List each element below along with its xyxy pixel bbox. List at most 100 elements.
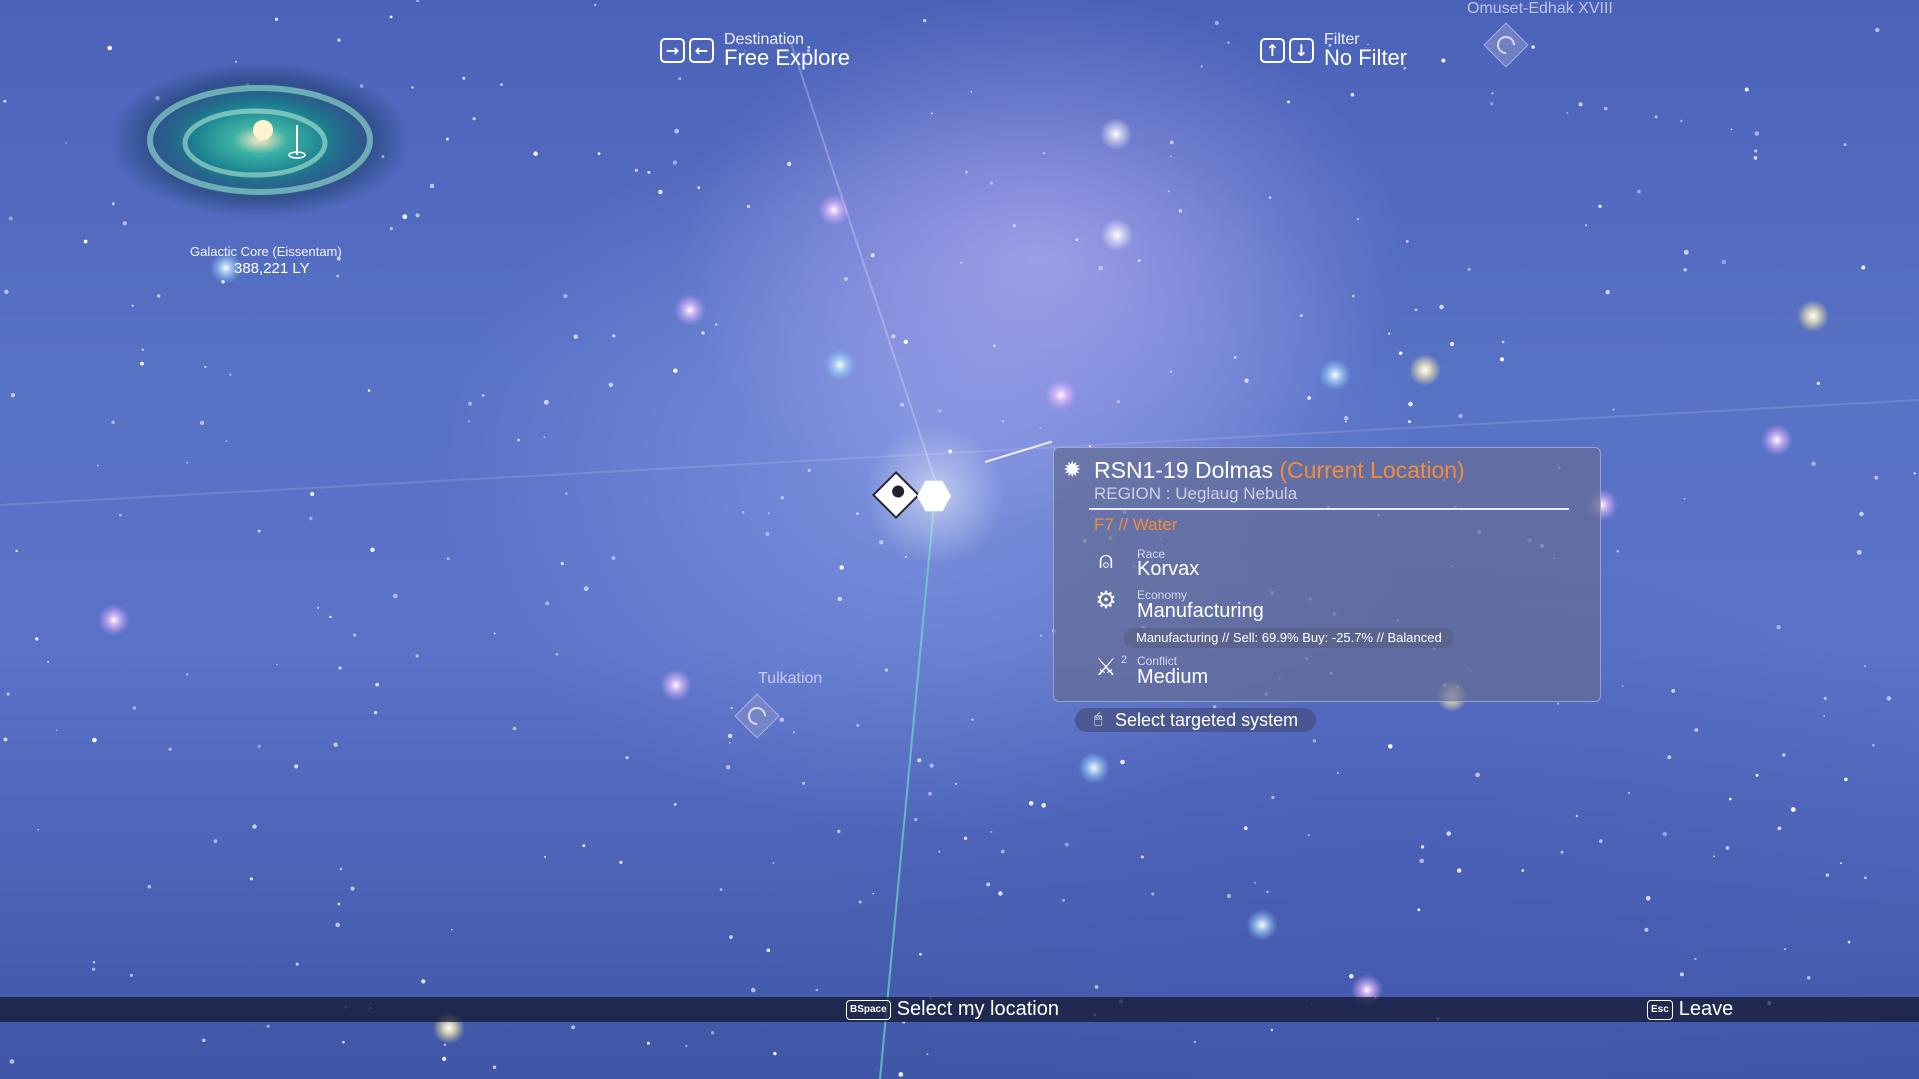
galaxy-minimap[interactable] <box>105 55 415 225</box>
system-title: RSN1-19 Dolmas (Current Location) <box>1094 457 1465 484</box>
star-dot <box>1729 797 1732 801</box>
star-dot <box>1679 972 1684 977</box>
bright-star[interactable] <box>98 604 130 636</box>
star-dot <box>646 1041 650 1045</box>
star-dot <box>533 151 538 156</box>
bright-star[interactable] <box>1101 219 1133 251</box>
star-dot <box>467 420 471 423</box>
star-dot <box>1556 702 1560 705</box>
star-dot <box>900 402 905 407</box>
star-dot <box>275 17 279 21</box>
star-dot <box>1683 249 1689 255</box>
star-dot <box>1782 753 1786 757</box>
star-dot <box>998 891 1003 896</box>
economy-value: Manufacturing <box>1137 600 1264 622</box>
star-dot <box>47 660 50 663</box>
arrow-down-key-icon[interactable]: ↓ <box>1289 38 1314 63</box>
star-dot <box>1784 948 1786 951</box>
mouse-icon: 🖱 <box>1094 711 1103 727</box>
bright-star[interactable] <box>660 669 692 701</box>
bright-star[interactable] <box>1409 354 1441 386</box>
star-dot <box>389 227 393 231</box>
star-dot <box>884 668 889 672</box>
bright-star[interactable] <box>824 349 856 381</box>
star-dot <box>249 877 253 881</box>
bright-star[interactable] <box>1761 424 1793 456</box>
star-dot <box>955 782 957 785</box>
star-dot <box>701 331 705 335</box>
star-dot <box>3 737 8 742</box>
star-dot <box>131 304 134 307</box>
system-label-nearby[interactable]: Tulkation <box>758 670 822 688</box>
star-dot <box>1140 855 1144 859</box>
star-dot <box>1777 826 1782 831</box>
star-dot <box>611 555 616 561</box>
bright-star[interactable] <box>674 294 706 326</box>
star-dot <box>1662 831 1667 837</box>
star-dot <box>317 607 320 609</box>
star-dot <box>1605 290 1610 295</box>
star-dot <box>560 562 564 566</box>
star-dot <box>1417 908 1421 912</box>
star-dot <box>543 436 546 439</box>
bright-star[interactable] <box>1045 379 1077 411</box>
star-dot <box>1864 876 1867 880</box>
star-dot <box>807 468 811 472</box>
star-dot <box>787 161 792 167</box>
star-dot <box>1193 1040 1197 1044</box>
star-dot <box>1178 209 1183 213</box>
economy-detail: Manufacturing // Sell: 69.9% Buy: -25.7%… <box>1124 628 1454 648</box>
star-dot <box>772 862 775 864</box>
bright-star[interactable] <box>1319 359 1351 391</box>
star-dot <box>329 615 332 619</box>
star-dot <box>493 632 496 635</box>
star-dot <box>1457 868 1462 873</box>
star-dot <box>963 836 968 840</box>
star-dot <box>1598 839 1603 843</box>
star-dot <box>335 922 341 928</box>
star-dot <box>1645 896 1651 901</box>
star-dot <box>1598 204 1602 208</box>
leave-label: Leave <box>1678 998 1734 1020</box>
star-dot <box>468 401 472 406</box>
star-dot <box>1307 396 1311 400</box>
bright-star[interactable] <box>1246 909 1278 941</box>
filter-control[interactable]: ↑ ↓ Filter No Filter <box>1260 32 1407 69</box>
star-dot <box>965 170 969 174</box>
select-targeted-system-button[interactable]: 🖱 Select targeted system <box>1075 708 1317 732</box>
star-dot <box>1120 759 1125 765</box>
star-dot <box>500 83 503 86</box>
star-dot <box>1407 420 1411 424</box>
star-dot <box>658 189 663 195</box>
arrow-right-key-icon[interactable]: → <box>660 38 685 63</box>
leave-button[interactable]: Esc Leave <box>1647 997 1733 1022</box>
star-dot <box>1349 973 1354 979</box>
star-dot <box>1350 93 1355 97</box>
select-my-location-label: Select my location <box>896 998 1059 1020</box>
star-dot <box>1243 826 1248 831</box>
bright-star[interactable] <box>1078 752 1110 784</box>
star-dot <box>370 547 375 552</box>
select-my-location-button[interactable]: BSpace Select my location <box>846 997 1059 1022</box>
star-dot <box>1116 399 1121 404</box>
star-dot <box>1531 45 1535 49</box>
star-dot <box>275 663 278 666</box>
star-dot <box>594 3 597 6</box>
bright-star[interactable] <box>1797 300 1829 332</box>
bright-star[interactable] <box>1100 118 1132 150</box>
arrow-left-key-icon[interactable]: ← <box>689 38 714 63</box>
bright-star[interactable] <box>818 194 850 226</box>
star-dot <box>1755 773 1759 777</box>
star-dot <box>517 438 520 442</box>
star-dot <box>938 409 942 413</box>
star-dot <box>1501 340 1505 344</box>
arrow-up-key-icon[interactable]: ↑ <box>1260 38 1285 63</box>
system-label-north[interactable]: Omuset-Edhak XVIII <box>1467 0 1613 18</box>
destination-value: Free Explore <box>724 45 850 70</box>
star-dot <box>442 1056 447 1061</box>
destination-control[interactable]: → ← Destination Free Explore <box>660 32 850 69</box>
bottom-action-bar: BSpace Select my location Esc Leave <box>0 997 1919 1022</box>
star-dot <box>1441 58 1446 63</box>
star-dot <box>8 216 13 221</box>
star-dot <box>1388 744 1393 749</box>
